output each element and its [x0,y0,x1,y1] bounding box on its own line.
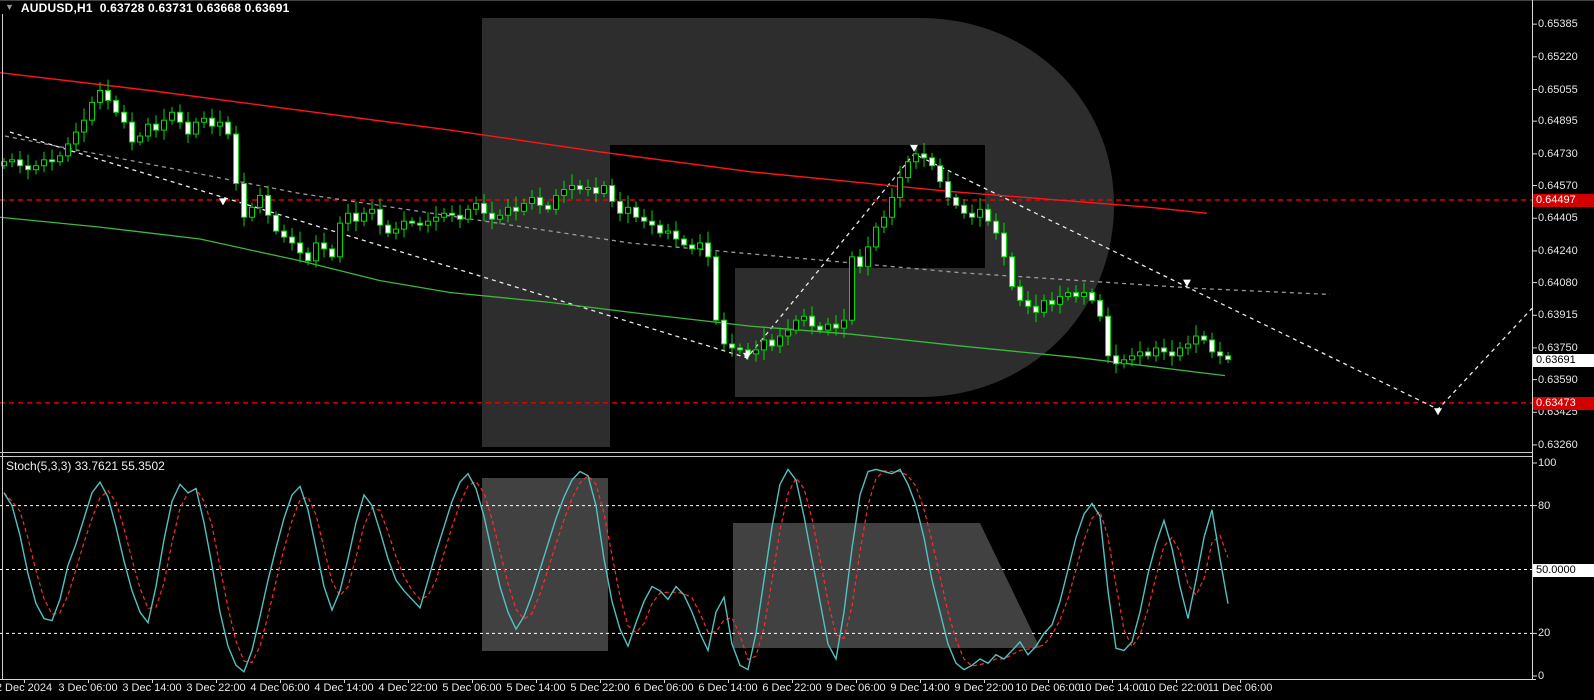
stochastic-lines [4,469,1228,671]
chart-title-bar: ▼ AUDUSD,H1 0.63728 0.63731 0.63668 0.63… [5,1,289,14]
stoch-marker-label: 50.0000 [1533,564,1594,577]
price-marker-label: 0.63473 [1533,397,1594,410]
price-tick-label: 0.64405 [1538,212,1578,225]
price-tick-label: 0.63260 [1538,439,1578,452]
price-tick-label: 0.65385 [1538,18,1578,31]
stoch-tick-label: 80 [1538,500,1550,513]
price-tick-label: 0.64080 [1538,277,1578,290]
price-tick-label: 0.65055 [1538,84,1578,97]
symbol-dropdown-icon[interactable]: ▼ [5,1,14,14]
price-tick-label: 0.64895 [1538,115,1578,128]
price-tick-label: 0.64240 [1538,245,1578,258]
watermark-logo [482,18,1114,651]
price-tick-label: 0.64730 [1538,148,1578,161]
stochastic-indicator-label: Stoch(5,3,3) 33.7621 55.3502 [6,459,165,473]
stoch-tick-label: 20 [1538,627,1550,640]
price-tick-label: 0.63915 [1538,309,1578,322]
price-tick-label: 0.64570 [1538,180,1578,193]
stoch-tick-label: 100 [1538,457,1556,470]
chart-canvas[interactable] [0,0,1594,700]
price-tick-label: 0.65220 [1538,51,1578,64]
chart-window: ▼ AUDUSD,H1 0.63728 0.63731 0.63668 0.63… [0,0,1594,700]
price-marker-label: 0.64497 [1533,194,1594,207]
price-marker-label: 0.63691 [1533,354,1594,367]
stoch-tick-label: 0 [1538,670,1544,683]
price-tick-label: 0.63590 [1538,374,1578,387]
time-tick-label: 11 Dec 06:00 [1200,682,1280,694]
ohlc-readout: 0.63728 0.63731 0.63668 0.63691 [100,1,290,15]
symbol-period-title: AUDUSD,H1 [21,1,93,15]
